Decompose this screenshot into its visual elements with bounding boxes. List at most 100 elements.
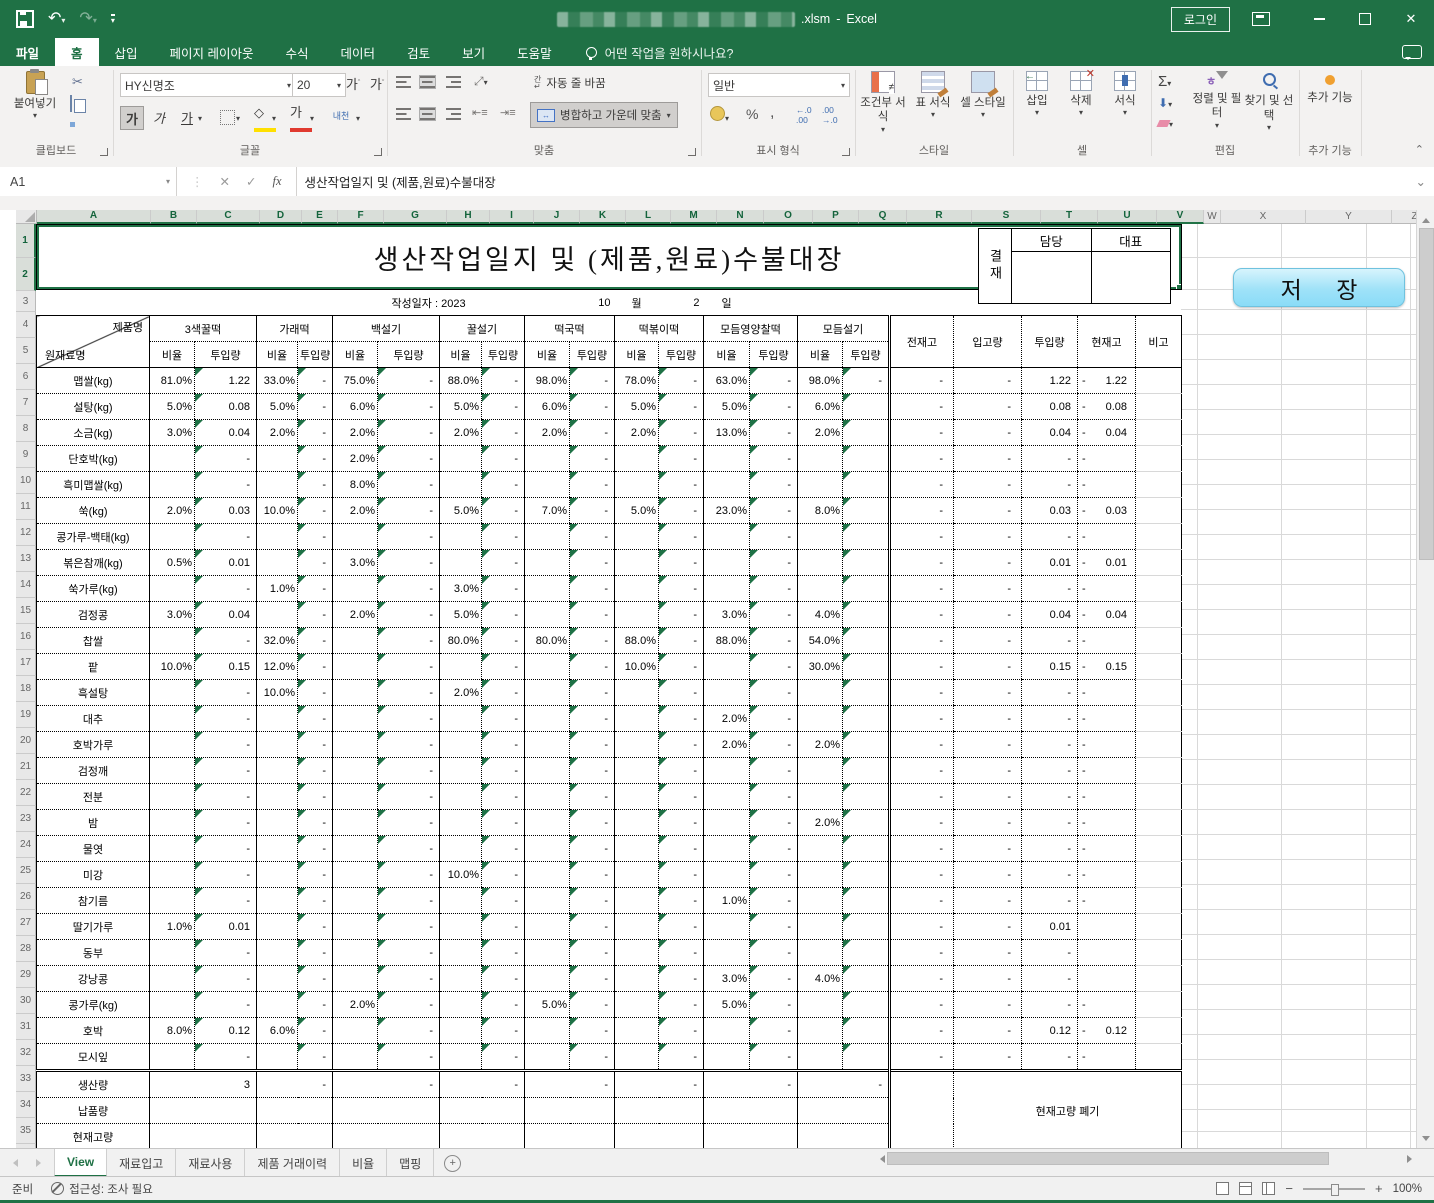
- redo-button[interactable]: ↷▾: [79, 10, 96, 28]
- ratio-cell[interactable]: 5.0%: [704, 394, 750, 420]
- sub-header-ratio[interactable]: 비율: [150, 342, 195, 368]
- input-cell[interactable]: -: [298, 550, 333, 576]
- input-cell[interactable]: [843, 498, 890, 524]
- ratio-cell[interactable]: 2.0%: [333, 498, 378, 524]
- input-cell[interactable]: [843, 784, 890, 810]
- total-row-name[interactable]: 생산량: [37, 1071, 150, 1098]
- input-cell[interactable]: [843, 394, 890, 420]
- ratio-cell[interactable]: [150, 1044, 195, 1071]
- enter-icon[interactable]: ✓: [246, 174, 256, 189]
- stock-in-cell[interactable]: -: [954, 654, 1022, 680]
- sheet-tab-제품 거래이력[interactable]: 제품 거래이력: [245, 1149, 340, 1177]
- ratio-cell[interactable]: 32.0%: [257, 628, 298, 654]
- input-cell[interactable]: -: [482, 706, 525, 732]
- product-header[interactable]: 백설기: [333, 316, 440, 342]
- ratio-cell[interactable]: [333, 888, 378, 914]
- tab-보기[interactable]: 보기: [446, 38, 501, 66]
- ratio-cell[interactable]: [333, 810, 378, 836]
- ratio-cell[interactable]: 13.0%: [704, 420, 750, 446]
- input-total-cell[interactable]: 0.08: [1022, 394, 1078, 420]
- column-header-E[interactable]: E: [302, 210, 338, 224]
- total-value-cell[interactable]: -: [333, 1071, 440, 1098]
- ratio-cell[interactable]: 2.0%: [525, 420, 570, 446]
- shrink-font-button[interactable]: 가ˇ: [366, 72, 388, 94]
- ratio-cell[interactable]: 5.0%: [525, 992, 570, 1018]
- sub-header-input[interactable]: 투입량: [482, 342, 525, 368]
- input-cell[interactable]: 0.01: [195, 550, 257, 576]
- ratio-cell[interactable]: 10.0%: [440, 862, 482, 888]
- close-button[interactable]: ✕: [1388, 0, 1434, 38]
- stock-prev-cell[interactable]: -: [890, 498, 954, 524]
- stock-prev-cell[interactable]: -: [890, 966, 954, 992]
- ratio-cell[interactable]: [798, 836, 843, 862]
- input-cell[interactable]: -: [195, 784, 257, 810]
- input-cell[interactable]: -: [298, 784, 333, 810]
- input-cell[interactable]: -: [570, 472, 615, 498]
- input-cell[interactable]: -: [298, 680, 333, 706]
- ratio-cell[interactable]: [704, 524, 750, 550]
- input-cell[interactable]: [843, 914, 890, 940]
- ratio-cell[interactable]: [615, 914, 659, 940]
- ratio-cell[interactable]: [333, 758, 378, 784]
- ratio-cell[interactable]: [440, 654, 482, 680]
- input-total-cell[interactable]: 0.01: [1022, 550, 1078, 576]
- zoom-out-icon[interactable]: −: [1285, 1181, 1293, 1196]
- input-cell[interactable]: -: [750, 602, 798, 628]
- delete-cells-button[interactable]: 삭제▾: [1060, 71, 1102, 118]
- input-cell[interactable]: -: [195, 862, 257, 888]
- tell-me-search[interactable]: 어떤 작업을 원하시나요?: [586, 38, 734, 66]
- format-cells-button[interactable]: 서식▾: [1104, 71, 1146, 118]
- ratio-cell[interactable]: [257, 810, 298, 836]
- memo-cell[interactable]: [1136, 420, 1182, 446]
- column-header-H[interactable]: H: [447, 210, 490, 224]
- ratio-cell[interactable]: 3.0%: [704, 966, 750, 992]
- ratio-cell[interactable]: [333, 706, 378, 732]
- input-total-cell[interactable]: -: [1022, 628, 1078, 654]
- ratio-cell[interactable]: [798, 524, 843, 550]
- ratio-cell[interactable]: [150, 940, 195, 966]
- input-cell[interactable]: -: [659, 654, 704, 680]
- input-cell[interactable]: [843, 472, 890, 498]
- ratio-cell[interactable]: [525, 524, 570, 550]
- ratio-cell[interactable]: [615, 706, 659, 732]
- stock-now-cell[interactable]: -0.08: [1078, 394, 1136, 420]
- ratio-cell[interactable]: 88.0%: [615, 628, 659, 654]
- row-header-11[interactable]: 11: [16, 494, 36, 520]
- input-cell[interactable]: -: [570, 576, 615, 602]
- ratio-cell[interactable]: 5.0%: [615, 498, 659, 524]
- ratio-cell[interactable]: [798, 472, 843, 498]
- clipboard-dialog-launcher[interactable]: [100, 148, 108, 156]
- ingredient-name[interactable]: 미강: [37, 862, 150, 888]
- tab-도움말[interactable]: 도움말: [501, 38, 568, 66]
- total-value-cell[interactable]: [257, 1098, 333, 1124]
- input-cell[interactable]: [843, 420, 890, 446]
- input-cell[interactable]: -: [482, 524, 525, 550]
- ratio-cell[interactable]: [525, 654, 570, 680]
- input-cell[interactable]: -: [378, 602, 440, 628]
- input-cell[interactable]: -: [659, 446, 704, 472]
- row-header-10[interactable]: 10: [16, 468, 36, 494]
- collapse-ribbon-icon[interactable]: ⌃: [1415, 143, 1424, 156]
- formula-bar-expand-icon[interactable]: ⌄: [1408, 167, 1434, 196]
- stock-prev-cell[interactable]: -: [890, 680, 954, 706]
- summary-header[interactable]: 현재고: [1078, 316, 1136, 368]
- ratio-cell[interactable]: [257, 940, 298, 966]
- sub-header-ratio[interactable]: 비율: [440, 342, 482, 368]
- ratio-cell[interactable]: 3.0%: [440, 576, 482, 602]
- stock-now-cell[interactable]: -0.04: [1078, 420, 1136, 446]
- ratio-cell[interactable]: [615, 576, 659, 602]
- stock-now-cell[interactable]: [1078, 914, 1136, 940]
- format-as-table-button[interactable]: 표 서식▾: [908, 71, 958, 120]
- input-cell[interactable]: -: [750, 654, 798, 680]
- stock-prev-cell[interactable]: -: [890, 810, 954, 836]
- product-header[interactable]: 떡국떡: [525, 316, 615, 342]
- input-cell[interactable]: -: [195, 966, 257, 992]
- stock-prev-cell[interactable]: -: [890, 420, 954, 446]
- stock-prev-cell[interactable]: -: [890, 862, 954, 888]
- horizontal-scrollbar[interactable]: [876, 1151, 1416, 1166]
- ratio-cell[interactable]: [525, 732, 570, 758]
- input-cell[interactable]: -: [659, 784, 704, 810]
- ratio-cell[interactable]: [704, 784, 750, 810]
- ribbon-display-options-icon[interactable]: [1252, 12, 1270, 26]
- row-header-25[interactable]: 25: [16, 858, 36, 884]
